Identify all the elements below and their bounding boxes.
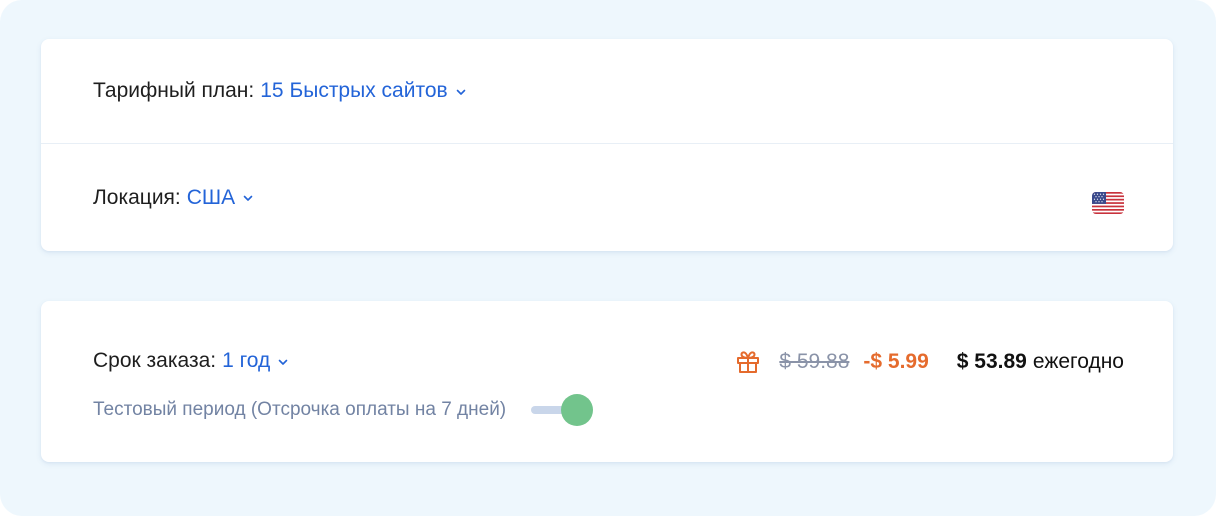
chevron-down-icon	[456, 89, 465, 95]
plan-dropdown[interactable]: 15 Быстрых сайтов	[260, 79, 465, 103]
term-dropdown[interactable]: 1 год	[222, 349, 288, 373]
us-flag-icon	[1092, 192, 1124, 214]
location-label: Локация:	[93, 185, 181, 209]
chevron-down-icon	[278, 359, 288, 365]
toggle-knob	[561, 394, 594, 426]
billing-period: ежегодно	[1032, 350, 1124, 373]
plan-value: 15 Быстрых сайтов	[260, 79, 448, 102]
final-price: $ 53.89	[956, 350, 1027, 373]
plan-row: Тарифный план: 15 Быстрых сайтов	[41, 39, 1173, 144]
location-value: США	[186, 185, 236, 209]
term-label: Срок заказа:	[93, 349, 217, 372]
old-price: $ 59.88	[779, 350, 850, 373]
term-row: Срок заказа: 1 год	[93, 349, 288, 373]
plan-location-card: Тарифный план: 15 Быстрых сайтов Локация…	[41, 39, 1173, 251]
term-value: 1 год	[222, 349, 271, 372]
trial-toggle[interactable]	[528, 393, 594, 427]
location-row: Локация: США	[41, 144, 1173, 251]
trial-row: Тестовый период (Отсрочка оплаты на 7 дн…	[93, 393, 594, 427]
chevron-down-icon	[243, 195, 253, 201]
order-card: Срок заказа: 1 год Тестовый период (Отср…	[41, 301, 1173, 462]
gift-icon	[737, 351, 760, 373]
location-dropdown[interactable]: США	[187, 186, 253, 210]
trial-label: Тестовый период (Отсрочка оплаты на 7 дн…	[93, 399, 507, 420]
price-row: $ 59.88 -$ 5.99 $ 53.89 ежегодно	[735, 349, 1124, 375]
discount-amount: -$ 5.99	[863, 350, 929, 373]
plan-label: Тарифный план:	[93, 79, 255, 102]
page-background: Тарифный план: 15 Быстрых сайтов Локация…	[0, 0, 1216, 516]
